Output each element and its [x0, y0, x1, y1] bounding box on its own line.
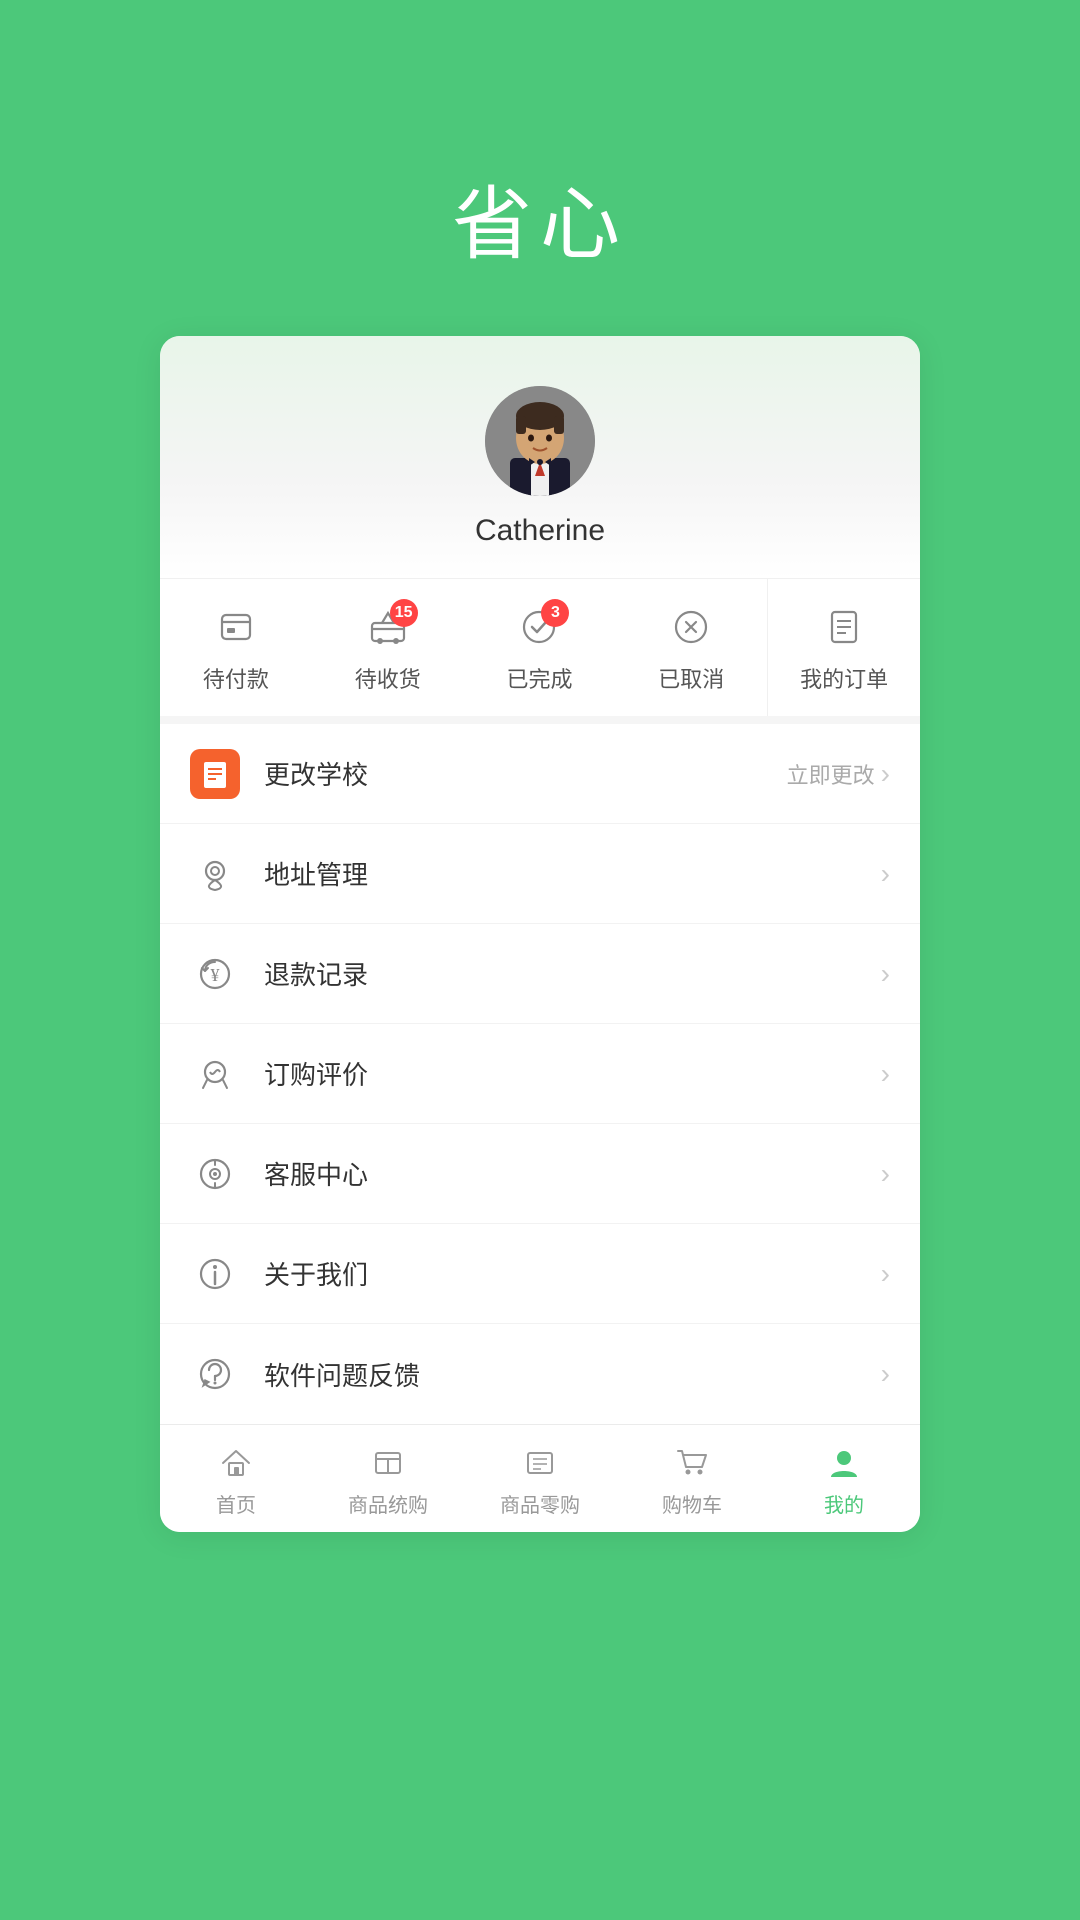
cancelled-icon-wrap: [671, 607, 711, 652]
nav-bulk[interactable]: 商品统购: [312, 1425, 464, 1532]
nav-retail-label: 商品零购: [500, 1489, 580, 1518]
tab-completed[interactable]: 3 已完成: [464, 579, 616, 716]
menu-about[interactable]: 关于我们 ›: [160, 1224, 920, 1324]
completed-badge: 3: [541, 599, 569, 627]
feedback-icon: [190, 1349, 240, 1399]
tab-cancelled-label: 已取消: [658, 662, 724, 694]
tab-completed-label: 已完成: [506, 662, 572, 694]
refund-icon: ¥: [190, 949, 240, 999]
profile-header: Catherine: [160, 336, 920, 578]
menu-section: 更改学校 立即更改 › 地址管理 › ¥: [160, 724, 920, 1424]
feedback-label: 软件问题反馈: [264, 1356, 881, 1393]
tab-pending-receive-label: 待收货: [355, 662, 421, 694]
completed-icon-wrap: 3: [519, 607, 559, 652]
retail-icon: [520, 1443, 560, 1483]
review-chevron: ›: [881, 1058, 890, 1090]
nav-mine-label: 我的: [824, 1489, 864, 1518]
tab-pending-receive[interactable]: 15 待收货: [312, 579, 464, 716]
pending-pay-icon-wrap: [216, 607, 256, 652]
change-school-icon: [190, 749, 240, 799]
app-title: 省心: [452, 160, 628, 276]
change-school-label: 更改学校: [264, 755, 787, 792]
refund-label: 退款记录: [264, 955, 881, 992]
pending-receive-icon-wrap: 15: [368, 607, 408, 652]
about-chevron: ›: [881, 1258, 890, 1290]
tab-my-orders[interactable]: 我的订单: [767, 579, 920, 716]
menu-refund[interactable]: ¥ 退款记录 ›: [160, 924, 920, 1024]
tab-pending-pay[interactable]: 待付款: [160, 579, 312, 716]
nav-retail[interactable]: 商品零购: [464, 1425, 616, 1532]
customer-service-label: 客服中心: [264, 1155, 881, 1192]
address-label: 地址管理: [264, 855, 881, 892]
customer-service-icon: [190, 1149, 240, 1199]
cart-icon: [672, 1443, 712, 1483]
customer-service-chevron: ›: [881, 1158, 890, 1190]
nav-home-label: 首页: [216, 1489, 256, 1518]
tab-pending-pay-label: 待付款: [203, 662, 269, 694]
nav-bulk-label: 商品统购: [348, 1489, 428, 1518]
svg-text:¥: ¥: [211, 965, 220, 985]
menu-address[interactable]: 地址管理 ›: [160, 824, 920, 924]
menu-customer-service[interactable]: 客服中心 ›: [160, 1124, 920, 1224]
address-icon: [190, 849, 240, 899]
tab-cancelled[interactable]: 已取消: [615, 579, 767, 716]
change-school-action: 立即更改 ›: [787, 758, 890, 790]
about-label: 关于我们: [264, 1255, 881, 1292]
review-label: 订购评价: [264, 1055, 881, 1092]
order-tabs: 待付款 15 待收货 3: [160, 578, 920, 724]
address-chevron: ›: [881, 858, 890, 890]
bottom-nav: 首页 商品统购 商品零购: [160, 1424, 920, 1532]
tab-my-orders-label: 我的订单: [800, 662, 888, 694]
nav-cart[interactable]: 购物车: [616, 1425, 768, 1532]
nav-mine[interactable]: 我的: [768, 1425, 920, 1532]
nav-home[interactable]: 首页: [160, 1425, 312, 1532]
main-card: Catherine 待付款: [160, 336, 920, 1532]
review-icon: [190, 1049, 240, 1099]
feedback-chevron: ›: [881, 1358, 890, 1390]
refund-chevron: ›: [881, 958, 890, 990]
nav-cart-label: 购物车: [662, 1489, 722, 1518]
username: Catherine: [475, 514, 605, 548]
my-orders-icon-wrap: [824, 607, 864, 652]
menu-feedback[interactable]: 软件问题反馈 ›: [160, 1324, 920, 1424]
menu-change-school[interactable]: 更改学校 立即更改 ›: [160, 724, 920, 824]
mine-icon: [824, 1443, 864, 1483]
bulk-icon: [368, 1443, 408, 1483]
avatar[interactable]: [485, 386, 595, 496]
home-icon: [216, 1443, 256, 1483]
menu-review[interactable]: 订购评价 ›: [160, 1024, 920, 1124]
about-icon: [190, 1249, 240, 1299]
pending-receive-badge: 15: [390, 599, 418, 627]
